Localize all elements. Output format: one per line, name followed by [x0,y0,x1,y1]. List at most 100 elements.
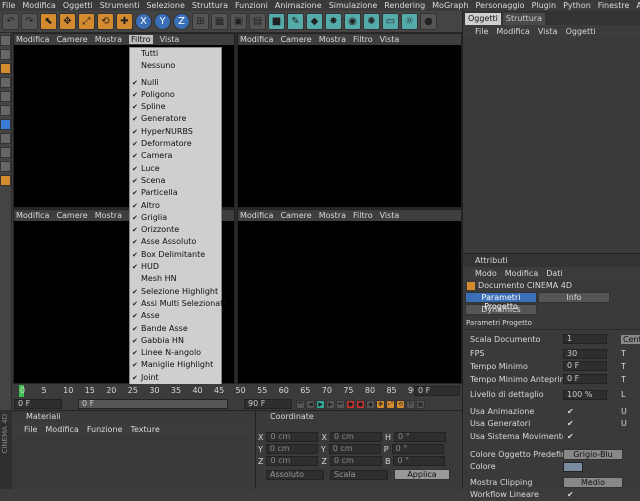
viewport-menu-camere[interactable]: Camere [56,35,87,44]
filter-item-joint[interactable]: Joint [130,372,221,385]
filter-item-selezione-highlight[interactable]: Selezione Highlight [130,286,221,299]
attr-field[interactable]: 0 F [563,361,607,372]
filter-item-mesh-hn[interactable]: Mesh HN [130,273,221,285]
light-icon[interactable]: ☼ [401,13,418,30]
go-start-icon[interactable]: ⏮ [296,399,305,409]
tweak-mode-icon[interactable] [0,147,11,158]
menu-rendering[interactable]: Rendering [384,1,425,10]
key-icon[interactable]: ◆ [366,399,375,409]
filter-item-hud[interactable]: HUD [130,261,221,274]
filter-item-nessuno[interactable]: Nessuno [130,60,221,72]
objects-list[interactable] [463,37,640,253]
filter-item-luce[interactable]: Luce [130,163,221,176]
prev-frame-icon[interactable]: ◀ [306,399,315,409]
axis-mode-icon[interactable] [0,133,11,144]
move-axis-icon[interactable]: ✚ [116,13,133,30]
viewport-menu-mostra[interactable]: Mostra [95,211,122,220]
coord-field-b[interactable]: 0 cm [329,456,382,466]
viewport-menu-camere[interactable]: Camere [280,35,311,44]
materials-menu-texture[interactable]: Texture [130,425,159,434]
x-axis-icon[interactable]: X [135,13,152,30]
filter-item-orizzonte[interactable]: Orizzonte [130,224,221,237]
filter-item-bande-asse[interactable]: Bande Asse [130,323,221,336]
filter-item-assi-multi-selezionati[interactable]: Assi Multi Selezionati [130,298,225,311]
menu-animazione[interactable]: Animazione [275,1,322,10]
go-end-icon[interactable]: ⏭ [336,399,345,409]
viewport-menu-mostra[interactable]: Mostra [95,35,122,44]
viewport-bottom-right[interactable]: Modifica Camere Mostra Filtro Vista [237,209,462,384]
render-picture-icon[interactable]: ▣ [230,13,247,30]
coord-size-select[interactable]: Scala [330,469,388,480]
key-rotation-icon[interactable]: ⟲ [396,399,405,409]
viewport-menu-modifica[interactable]: Modifica [16,35,49,44]
viewport-menu-filtro[interactable]: Filtro [128,35,153,44]
tab-struttura[interactable]: Struttura [502,13,545,25]
tab-oggetti[interactable]: Oggetti [465,13,501,25]
rotate-icon[interactable]: ⟲ [97,13,114,30]
polygons-mode-icon[interactable] [0,119,11,130]
current-frame-field[interactable]: 0 F [414,386,460,396]
end-frame-field[interactable]: 90 F [244,399,292,409]
menu-mograph[interactable]: MoGraph [432,1,468,10]
coord-field-a[interactable]: 0 cm [266,432,319,442]
y-axis-icon[interactable]: Y [154,13,171,30]
menu-strumenti[interactable]: Strumenti [100,1,140,10]
attributes-menu-dati[interactable]: Dati [546,269,562,278]
nurbs-icon[interactable]: ◆ [306,13,323,30]
coord-field-b[interactable]: 0 cm [329,432,382,442]
attr-field[interactable]: 1 [563,334,607,345]
materials-menu-modifica[interactable]: Modifica [45,425,78,434]
make-editable-icon[interactable] [0,35,11,46]
viewport-menu-vista[interactable]: Vista [380,211,400,220]
menu-finestre[interactable]: Finestre [598,1,630,10]
attr-field[interactable]: 30 [563,348,607,359]
undo-icon[interactable]: ↶ [2,13,19,30]
attr-select[interactable]: Grigio-Blu [563,448,623,460]
key-position-icon[interactable]: ✥ [376,399,385,409]
coord-field-a[interactable]: 0 cm [266,456,319,466]
viewport-menu-vista[interactable]: Vista [160,35,180,44]
select-icon[interactable]: ⬉ [40,13,57,30]
objects-menu-file[interactable]: File [475,27,488,36]
filter-item-spline[interactable]: Spline [130,101,221,114]
deformer-icon[interactable]: ◉ [344,13,361,30]
autokey-icon[interactable]: ● [356,399,365,409]
tab-info[interactable]: Info [538,292,610,303]
materials-menu-file[interactable]: File [24,425,37,434]
viewport-menu-camere[interactable]: Camere [280,211,311,220]
workplane-icon[interactable] [0,175,11,186]
filter-item-generatore[interactable]: Generatore [130,113,221,126]
filter-item-nulli[interactable]: Nulli [130,77,221,90]
menu-personaggio[interactable]: Personaggio [476,1,525,10]
z-axis-icon[interactable]: Z [173,13,190,30]
filter-item-camera[interactable]: Camera [130,150,221,163]
menu-aiuto[interactable]: Aiuto [636,1,640,10]
record-icon[interactable]: ● [346,399,355,409]
render-settings-icon[interactable]: ▤ [249,13,266,30]
filter-item-asse[interactable]: Asse [130,310,221,323]
viewport-menu-filtro[interactable]: Filtro [353,35,373,44]
viewport-menu-filtro[interactable]: Filtro [353,211,373,220]
objects-menu-oggetti[interactable]: Oggetti [566,27,596,36]
coord-field-c[interactable]: 0 ° [393,456,446,466]
viewport-menu-camere[interactable]: Camere [56,211,87,220]
coordinate-system-icon[interactable]: ⊞ [192,13,209,30]
snap-icon[interactable] [0,161,11,172]
menu-plugin[interactable]: Plugin [532,1,557,10]
scene-icon[interactable]: ✺ [363,13,380,30]
objects-menu-vista[interactable]: Vista [538,27,558,36]
viewport-top-right[interactable]: Modifica Camere Mostra Filtro Vista [237,33,462,208]
filter-item-maniglie-highlight[interactable]: Maniglie Highlight [130,359,221,372]
viewport-menu-modifica[interactable]: Modifica [16,211,49,220]
viewport-menu-mostra[interactable]: Mostra [319,35,346,44]
display-icon[interactable]: ● [420,13,437,30]
viewport-menu-vista[interactable]: Vista [380,35,400,44]
next-frame-icon[interactable]: ▶ [326,399,335,409]
menu-python[interactable]: Python [563,1,591,10]
start-frame-field[interactable]: 0 F [14,399,62,409]
texture-mode-icon[interactable] [0,77,11,88]
menu-struttura[interactable]: Struttura [192,1,228,10]
objects-menu-modifica[interactable]: Modifica [496,27,529,36]
tab-parametri-progetto[interactable]: Parametri Progetto [465,292,537,311]
filter-item-griglia[interactable]: Griglia [130,212,221,225]
